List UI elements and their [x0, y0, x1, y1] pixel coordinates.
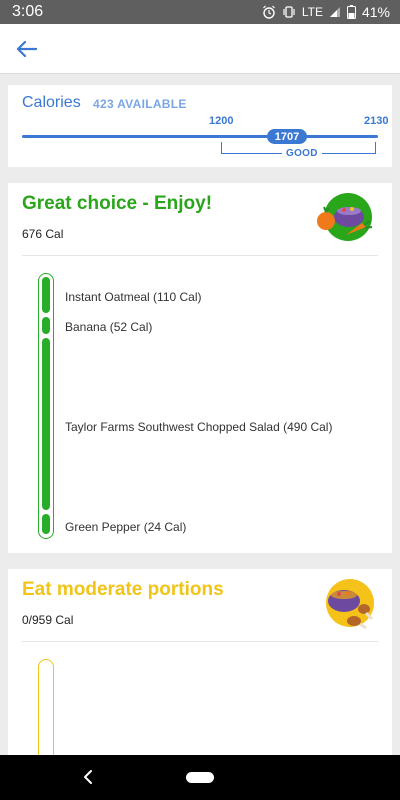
alarm-icon — [262, 5, 275, 19]
great-choice-card: Great choice - Enjoy! 676 Cal Instant Oa… — [8, 183, 392, 553]
nav-home-button[interactable] — [186, 772, 214, 783]
arrow-left-icon — [16, 40, 37, 58]
moderate-portions-divider — [22, 641, 378, 642]
great-choice-calories: 676 Cal — [22, 227, 64, 241]
battery-icon — [346, 5, 356, 19]
calories-title: Calories — [22, 94, 81, 111]
bar-segment-oatmeal — [42, 277, 50, 313]
calories-card: Calories 423 AVAILABLE 1200 2130 GOOD 17… — [8, 85, 392, 167]
battery-percent: 41% — [361, 4, 390, 20]
status-icons: LTE 41% — [262, 4, 390, 20]
range-min-label: 1200 — [209, 115, 234, 127]
system-nav-bar — [0, 755, 400, 800]
food-item-banana[interactable]: Banana (52 Cal) — [65, 320, 152, 334]
network-label: LTE — [301, 5, 323, 19]
nav-back-icon[interactable] — [80, 769, 96, 785]
food-item-pepper[interactable]: Green Pepper (24 Cal) — [65, 520, 186, 534]
back-button[interactable] — [12, 36, 40, 62]
vibrate-icon — [283, 6, 295, 18]
great-choice-title: Great choice - Enjoy! — [22, 193, 213, 214]
calories-track — [22, 135, 378, 138]
good-range-label: GOOD — [282, 148, 322, 159]
status-time: 3:06 — [12, 3, 44, 20]
bar-segment-pepper — [42, 514, 50, 534]
moderate-portions-title: Eat moderate portions — [22, 579, 224, 600]
signal-icon — [329, 7, 340, 17]
bar-segment-salad — [42, 338, 50, 510]
yellow-calorie-bar — [38, 659, 54, 755]
moderate-portions-calories: 0/959 Cal — [22, 613, 74, 627]
vegetables-bowl-icon — [317, 193, 373, 241]
moderate-portions-card: Eat moderate portions 0/959 Cal — [8, 569, 392, 755]
current-calories-marker: 1707 — [267, 129, 307, 144]
calories-available: 423 AVAILABLE — [93, 97, 187, 111]
app-bar — [0, 24, 400, 74]
great-choice-divider — [22, 255, 378, 256]
meat-bowl-icon — [326, 579, 374, 630]
content-scroll[interactable]: Calories 423 AVAILABLE 1200 2130 GOOD 17… — [0, 75, 400, 755]
status-bar: 3:06 LTE 41% — [0, 0, 400, 24]
green-calorie-bar — [38, 273, 54, 539]
range-max-label: 2130 — [364, 115, 389, 127]
bar-segment-banana — [42, 317, 50, 334]
food-item-oatmeal[interactable]: Instant Oatmeal (110 Cal) — [65, 290, 202, 304]
food-item-salad[interactable]: Taylor Farms Southwest Chopped Salad (49… — [65, 420, 332, 434]
